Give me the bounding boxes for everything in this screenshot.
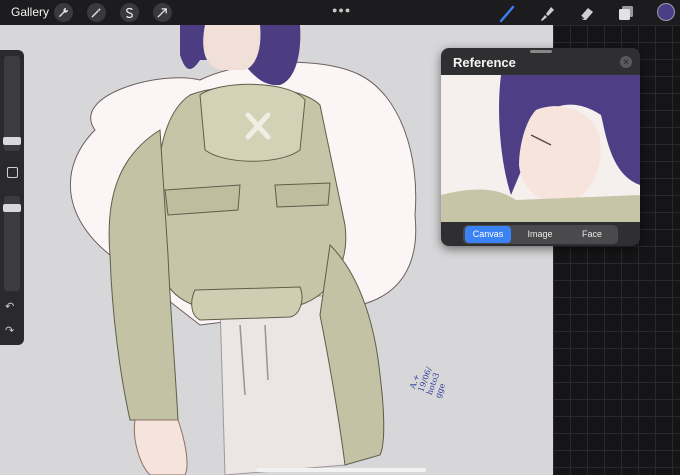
color-swatch[interactable]	[657, 3, 675, 21]
tab-canvas[interactable]: Canvas	[465, 226, 511, 243]
left-sidebar: ↶ ↷	[0, 50, 24, 345]
brush-size-slider[interactable]	[3, 56, 21, 151]
close-icon[interactable]: ✕	[620, 56, 632, 68]
home-indicator[interactable]	[256, 468, 426, 472]
opacity-knob[interactable]	[3, 204, 21, 212]
more-dots-icon[interactable]: ●●●	[332, 5, 351, 15]
reference-drag-handle[interactable]	[530, 50, 552, 53]
undo-icon[interactable]: ↶	[5, 300, 14, 313]
reference-mode-segmented-control: Canvas Image Face	[463, 225, 618, 244]
opacity-slider[interactable]	[3, 196, 21, 291]
magic-wand-icon[interactable]	[87, 3, 106, 22]
tab-image[interactable]: Image	[517, 226, 563, 243]
brush-icon[interactable]	[498, 3, 518, 23]
redo-icon[interactable]: ↷	[5, 324, 14, 337]
tab-face[interactable]: Face	[569, 226, 615, 243]
layers-icon[interactable]	[616, 3, 636, 23]
modify-button[interactable]	[7, 167, 18, 178]
reference-title: Reference	[453, 55, 516, 70]
top-toolbar: Gallery ●●●	[0, 0, 680, 25]
wrench-icon[interactable]	[54, 3, 73, 22]
brush-size-knob[interactable]	[3, 137, 21, 145]
gallery-button[interactable]: Gallery	[11, 5, 49, 19]
smudge-icon[interactable]	[537, 3, 557, 23]
reference-image	[441, 75, 640, 222]
selection-s-icon[interactable]	[120, 3, 139, 22]
transform-arrow-icon[interactable]	[153, 3, 172, 22]
reference-window[interactable]: Reference ✕ Canvas Image Face	[441, 48, 640, 246]
eraser-icon[interactable]	[577, 3, 597, 23]
